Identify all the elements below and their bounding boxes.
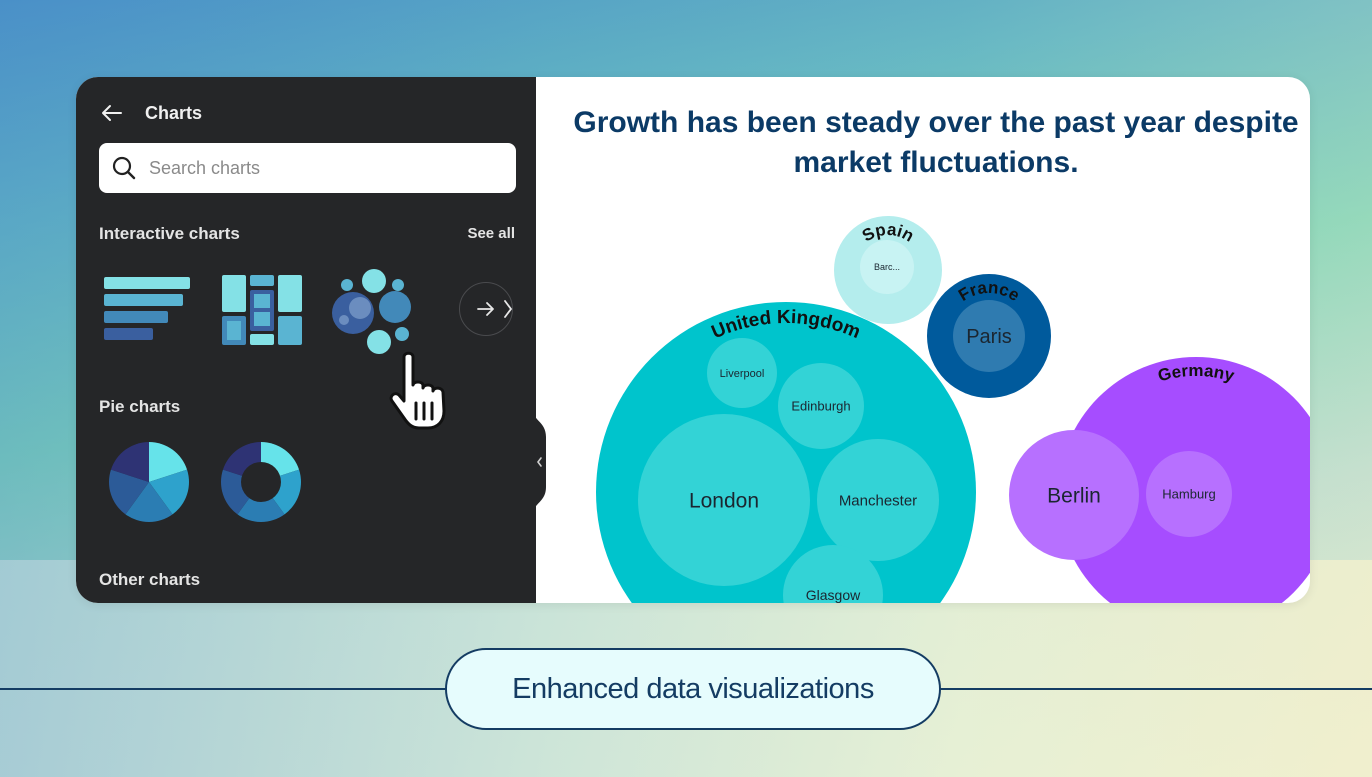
divider-line-right <box>939 688 1372 690</box>
bubble-group-united-kingdom[interactable]: London Manchester Edinburgh Liverpool Glasgo… <box>596 302 976 603</box>
bubble-label: Paris <box>966 326 1012 348</box>
bubble-label: Manchester <box>839 492 917 509</box>
feature-caption: Enhanced data visualizations <box>445 648 941 730</box>
panel-title: Charts <box>145 102 203 123</box>
hand-pointer-cursor-icon <box>389 351 446 430</box>
search-icon <box>112 156 136 180</box>
back-arrow-icon[interactable] <box>100 101 124 125</box>
section-label-interactive: Interactive charts <box>99 224 240 243</box>
divider-line-left <box>0 688 447 690</box>
panel-header: Charts <box>100 99 202 127</box>
bubble-chart-thumbnail[interactable] <box>330 267 414 359</box>
search-input[interactable] <box>149 157 489 179</box>
bar-chart-thumbnail[interactable] <box>102 275 192 345</box>
bubble-label: Edinburgh <box>791 399 850 414</box>
see-all-link[interactable]: See all <box>467 225 515 242</box>
next-charts-button[interactable] <box>459 282 513 336</box>
app-window: Charts Interactive charts See all <box>76 77 1310 603</box>
bubble-group-spain[interactable]: Barc...Spain <box>834 216 942 324</box>
bubble-chart: London Manchester Edinburgh Liverpool Glasgo… <box>596 216 1310 603</box>
search-box[interactable] <box>99 143 516 193</box>
arrow-right-icon <box>477 302 494 316</box>
bubble-label: London <box>689 490 759 513</box>
treemap-chart-thumbnail[interactable] <box>220 273 304 347</box>
bubble-label: Berlin <box>1047 485 1101 508</box>
bubble-label: Hamburg <box>1162 487 1215 502</box>
bubble-group-france[interactable]: ParisFrance <box>927 274 1051 398</box>
donut-chart-thumbnail[interactable] <box>219 440 303 524</box>
section-label-other: Other charts <box>99 570 201 589</box>
bubble-group-germany[interactable]: Berlin HamburgGermany <box>1009 357 1310 603</box>
bubble-label: Barc... <box>874 262 900 272</box>
charts-panel: Charts Interactive charts See all <box>76 77 536 603</box>
bubble-label: Glasgow <box>806 587 861 603</box>
section-label-pie: Pie charts <box>99 397 181 416</box>
chevron-right-icon <box>504 300 513 318</box>
pie-chart-thumbnail[interactable] <box>107 440 191 524</box>
bubble-label: Liverpool <box>720 368 765 380</box>
